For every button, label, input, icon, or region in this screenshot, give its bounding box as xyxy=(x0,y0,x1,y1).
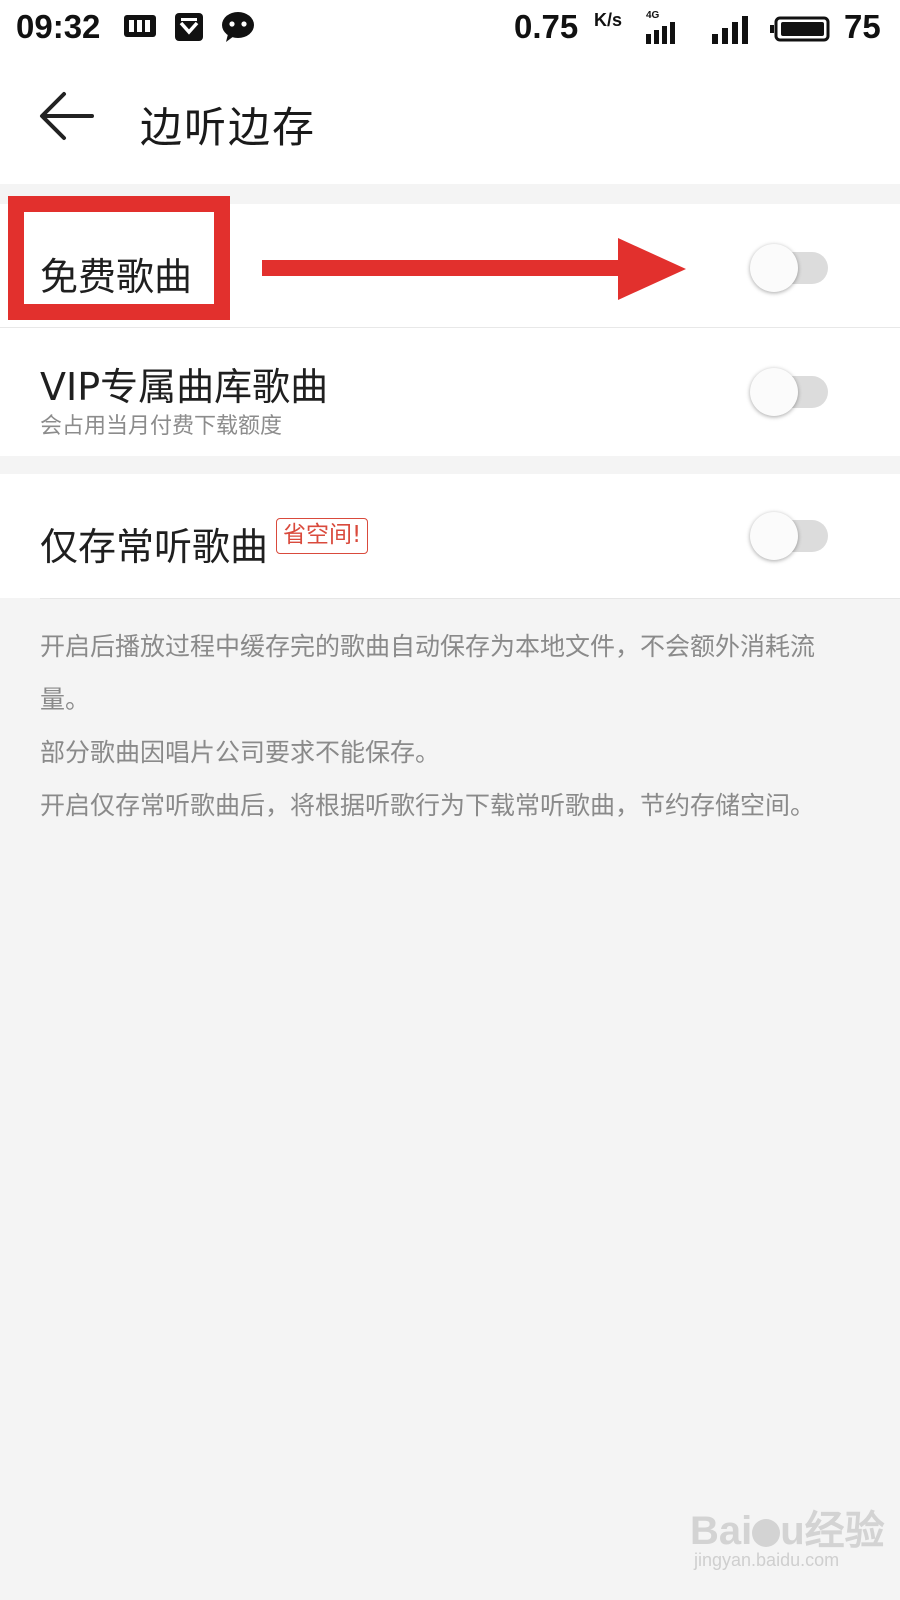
app-header: 边听边存 xyxy=(0,58,900,184)
network-speed: 0.75 xyxy=(514,8,579,45)
setting-description: 开启后播放过程中缓存完的歌曲自动保存为本地文件，不会额外消耗流量。 部分歌曲因唱… xyxy=(40,620,860,832)
vip-songs-toggle[interactable] xyxy=(750,368,830,416)
description-line: 开启仅存常听歌曲后，将根据听歌行为下载常听歌曲，节约存储空间。 xyxy=(40,791,816,820)
signal-icon xyxy=(712,14,756,48)
setting-label-frequent-songs: 仅存常听歌曲 xyxy=(40,525,269,569)
toggle-knob xyxy=(750,244,798,292)
watermark-url: jingyan.baidu.com xyxy=(694,1550,840,1570)
description-line: 开启后播放过程中缓存完的歌曲自动保存为本地文件，不会额外消耗流量。 xyxy=(40,632,816,714)
sim-card-icon xyxy=(122,10,158,46)
arrow-left-icon xyxy=(36,92,96,150)
wechat-icon xyxy=(220,10,258,48)
setting-subtitle-vip-songs: 会占用当月付费下载额度 xyxy=(40,414,283,439)
setting-row-vip-songs[interactable]: VIP专属曲库歌曲 会占用当月付费下载额度 xyxy=(0,328,900,456)
frequent-songs-toggle[interactable] xyxy=(750,512,830,560)
toggle-knob xyxy=(750,368,798,416)
network-type-label: 4G xyxy=(646,10,660,21)
annotation-highlight-box xyxy=(8,196,230,320)
settings-card-frequent: 仅存常听歌曲 省空间! xyxy=(0,474,900,598)
signal-4g-icon xyxy=(646,22,686,48)
status-time: 09:32 xyxy=(16,8,101,45)
toggle-knob xyxy=(750,512,798,560)
shield-check-icon xyxy=(172,10,206,48)
setting-row-frequent-songs[interactable]: 仅存常听歌曲 省空间! xyxy=(0,474,900,598)
setting-label-vip-songs: VIP专属曲库歌曲 xyxy=(40,365,329,409)
back-button[interactable] xyxy=(36,86,106,150)
battery-level: 75 xyxy=(844,8,881,45)
save-space-badge: 省空间! xyxy=(276,518,369,554)
divider xyxy=(40,598,900,599)
description-line: 部分歌曲因唱片公司要求不能保存。 xyxy=(40,738,441,767)
free-songs-toggle[interactable] xyxy=(750,244,830,292)
baidu-watermark-logo: Bai u经验 xyxy=(690,1509,885,1553)
page-title: 边听边存 xyxy=(140,103,317,152)
network-speed-unit: K/s xyxy=(594,10,623,30)
status-bar: 09:32 0.75 K/s 4G 75 xyxy=(0,0,900,58)
annotation-arrow-icon xyxy=(262,238,686,304)
battery-icon xyxy=(770,16,830,46)
